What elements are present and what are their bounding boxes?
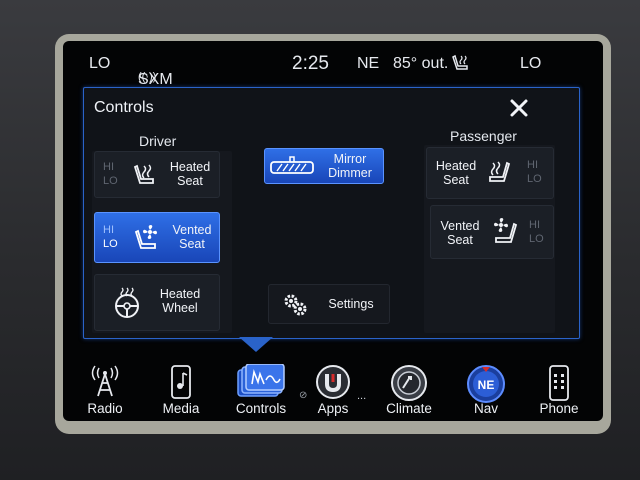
heat-level-indicator: HI LO (527, 159, 542, 185)
vent-level-indicator: HI LO (529, 219, 544, 245)
passenger-label: Passenger (450, 128, 517, 144)
nav-media-label: Media (162, 401, 200, 416)
heated-seat-icon (133, 164, 154, 184)
phone-icon (549, 365, 569, 401)
driver-vented-seat-label: Vented Seat (172, 223, 212, 251)
rearview-mirror-icon (270, 156, 314, 174)
nav-climate-label: Climate (386, 401, 432, 416)
nav-phone-button[interactable]: Phone (527, 354, 591, 421)
nav-controls-label: Controls (235, 401, 287, 416)
media-player-icon (171, 365, 191, 399)
settings-label: Settings (328, 297, 374, 311)
nav-apps-button[interactable]: ⊘ ... Apps (299, 354, 367, 421)
controls-icon (237, 364, 285, 397)
driver-vented-seat-button[interactable]: HI LO Vented Seat (94, 212, 220, 263)
compass-badge-text: NE (478, 378, 495, 392)
infotainment-screen: LO ((·))SXM 1 2:25 NE 85° out. LO Contro… (63, 41, 603, 421)
compass-heading: NE (357, 55, 380, 72)
passenger-vented-seat-label: Vented Seat (440, 219, 480, 247)
nav-apps-label: Apps (317, 401, 349, 416)
vented-seat-icon (134, 225, 157, 249)
passenger-heated-seat-button[interactable]: Heated Seat HI LO (426, 147, 554, 199)
nav-controls-button[interactable]: Controls (223, 354, 299, 421)
passenger-heated-seat-label: Heated Seat (435, 159, 477, 187)
active-tab-pointer (239, 337, 273, 352)
settings-button[interactable]: Settings (268, 284, 390, 324)
mirror-dimmer-label: Mirror Dimmer (328, 152, 372, 180)
vent-level-indicator: HI LO (103, 224, 118, 250)
nav-navigation-label: Nav (473, 401, 498, 416)
nav-navigation-button[interactable]: NE Nav (453, 354, 519, 421)
no-symbol-icon: ⊘ (299, 390, 308, 401)
vented-seat-icon (494, 218, 518, 243)
seat-heat-status-icon (451, 54, 471, 77)
heated-seat-icon (489, 161, 511, 182)
clock: 2:25 (292, 53, 329, 74)
nav-phone-label: Phone (539, 401, 579, 416)
nav-radio-button[interactable]: Radio (75, 354, 135, 421)
uconnect-apps-icon (316, 365, 350, 399)
compass-nav-icon: NE (467, 365, 505, 403)
climate-dial-icon (391, 365, 427, 401)
heated-steering-wheel-icon (115, 287, 139, 318)
controls-panel: Controls Driver Passenger HI LO Heated Se… (83, 87, 580, 339)
gears-icon (284, 294, 307, 316)
mirror-dimmer-button[interactable]: Mirror Dimmer (264, 148, 384, 184)
close-button[interactable] (504, 93, 534, 123)
close-icon (510, 99, 528, 117)
bottom-nav-bar: Radio Media Controls ⊘ ... Apps Climate … (63, 354, 603, 421)
nav-climate-button[interactable]: Climate (371, 354, 447, 421)
outside-temperature: 85° out. (393, 55, 449, 72)
nav-media-button[interactable]: Media (151, 354, 211, 421)
status-bar: LO ((·))SXM 1 2:25 NE 85° out. LO (63, 41, 603, 106)
heated-wheel-label: Heated Wheel (159, 287, 201, 315)
heat-level-indicator: HI LO (103, 161, 118, 187)
driver-label: Driver (139, 133, 177, 149)
panel-title: Controls (94, 99, 154, 116)
passenger-vented-seat-button[interactable]: Vented Seat HI LO (430, 205, 554, 259)
passenger-temp-setting[interactable]: LO (520, 55, 541, 73)
radio-tower-icon (91, 365, 119, 397)
driver-temp-setting[interactable]: LO (89, 55, 110, 73)
driver-heated-seat-button[interactable]: HI LO Heated Seat (94, 151, 220, 198)
driver-heated-seat-label: Heated Seat (169, 160, 211, 188)
nav-radio-label: Radio (87, 401, 123, 416)
heated-wheel-button[interactable]: Heated Wheel (94, 274, 220, 331)
